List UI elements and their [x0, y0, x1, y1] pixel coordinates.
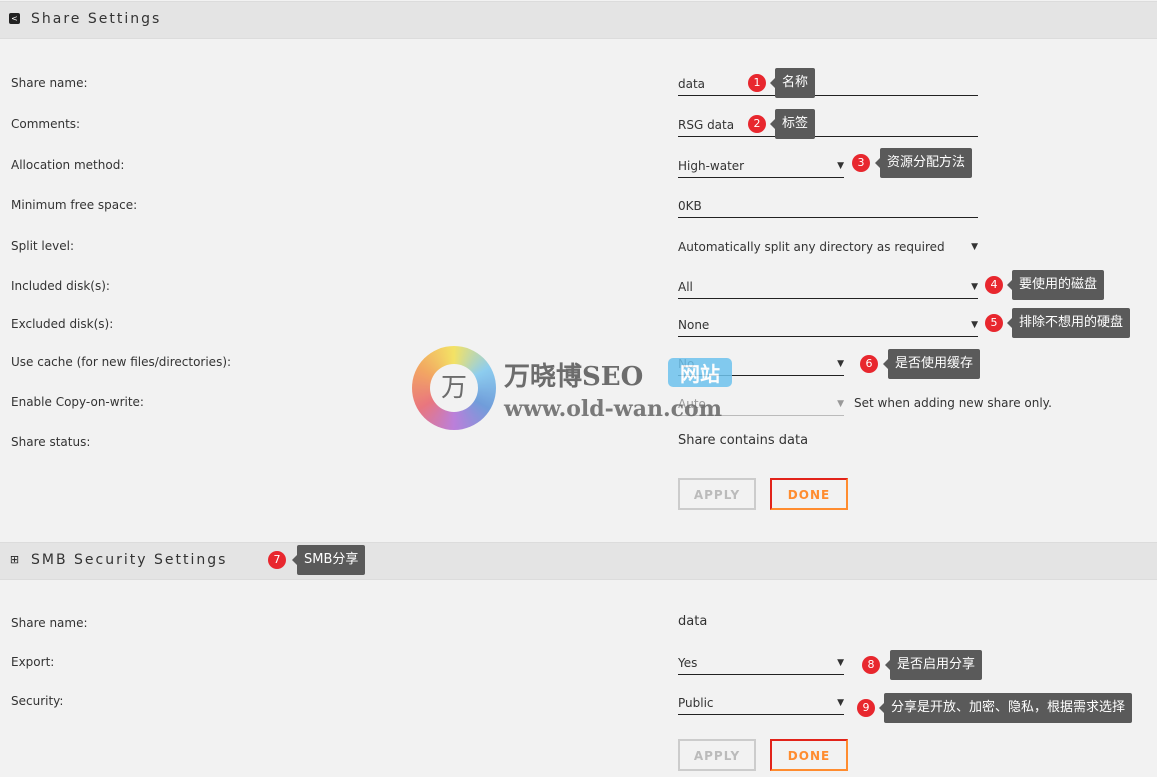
annotation-tooltip: SMB分享	[291, 545, 366, 575]
annotation-badge: 7	[268, 551, 286, 569]
label-security: Security:	[11, 694, 64, 708]
label-comments: Comments:	[11, 117, 81, 131]
label-allocation: Allocation method:	[11, 158, 125, 172]
smb-apply-button[interactable]: APPLY	[678, 739, 756, 771]
annotation-badge: 4	[985, 276, 1003, 294]
smb-settings-header: ⊞ SMB Security Settings	[0, 542, 1157, 580]
annotation-badge: 6	[860, 355, 878, 373]
excluded-disks-select[interactable]: None ▼	[678, 314, 978, 337]
allocation-select[interactable]: High-water ▼	[678, 155, 844, 178]
windows-icon: ⊞	[9, 553, 20, 566]
annotation-badge: 9	[857, 699, 875, 717]
share-status: Share contains data	[678, 433, 809, 448]
min-free-input[interactable]: 0KB	[678, 195, 978, 218]
included-disks-select[interactable]: All ▼	[678, 276, 978, 299]
label-status: Share status:	[11, 435, 91, 449]
comments-input[interactable]: RSG data	[678, 114, 978, 137]
annotation-tooltip: 分享是开放、加密、隐私，根据需求选择	[878, 693, 1133, 723]
annotation-tooltip: 资源分配方法	[874, 148, 973, 178]
security-select[interactable]: Public ▼	[678, 692, 844, 715]
annotation-badge: 2	[748, 115, 766, 133]
apply-button[interactable]: APPLY	[678, 478, 756, 510]
label-export: Export:	[11, 655, 55, 669]
share-settings-header: < Share Settings	[0, 1, 1157, 39]
smb-share-name: data	[678, 614, 708, 629]
section-title: SMB Security Settings	[31, 552, 228, 568]
share-name-input[interactable]: data	[678, 73, 978, 96]
done-button[interactable]: DONE	[770, 478, 848, 510]
annotation-tooltip: 排除不想用的硬盘	[1006, 308, 1131, 338]
label-cache: Use cache (for new files/directories):	[11, 355, 232, 369]
watermark-logo: 万	[412, 346, 496, 430]
annotation-tooltip: 标签	[769, 109, 816, 139]
annotation-badge: 8	[862, 656, 880, 674]
label-smb-share-name: Share name:	[11, 616, 88, 630]
annotation-tooltip: 是否使用缓存	[882, 349, 981, 379]
label-split: Split level:	[11, 239, 74, 253]
label-share-name: Share name:	[11, 76, 88, 90]
annotation-badge: 3	[852, 154, 870, 172]
export-select[interactable]: Yes ▼	[678, 652, 844, 675]
section-title: Share Settings	[31, 11, 162, 27]
share-icon: <	[9, 13, 20, 24]
split-level-select[interactable]: Automatically split any directory as req…	[678, 236, 978, 259]
annotation-tooltip: 要使用的磁盘	[1006, 270, 1105, 300]
label-min-free: Minimum free space:	[11, 198, 138, 212]
annotation-badge: 1	[748, 74, 766, 92]
cow-note: Set when adding new share only.	[854, 396, 1052, 410]
annotation-tooltip: 是否启用分享	[884, 650, 983, 680]
label-cow: Enable Copy-on-write:	[11, 395, 144, 409]
label-excluded: Excluded disk(s):	[11, 317, 114, 331]
annotation-tooltip: 名称	[769, 68, 816, 98]
smb-done-button[interactable]: DONE	[770, 739, 848, 771]
label-included: Included disk(s):	[11, 279, 110, 293]
annotation-badge: 5	[985, 314, 1003, 332]
